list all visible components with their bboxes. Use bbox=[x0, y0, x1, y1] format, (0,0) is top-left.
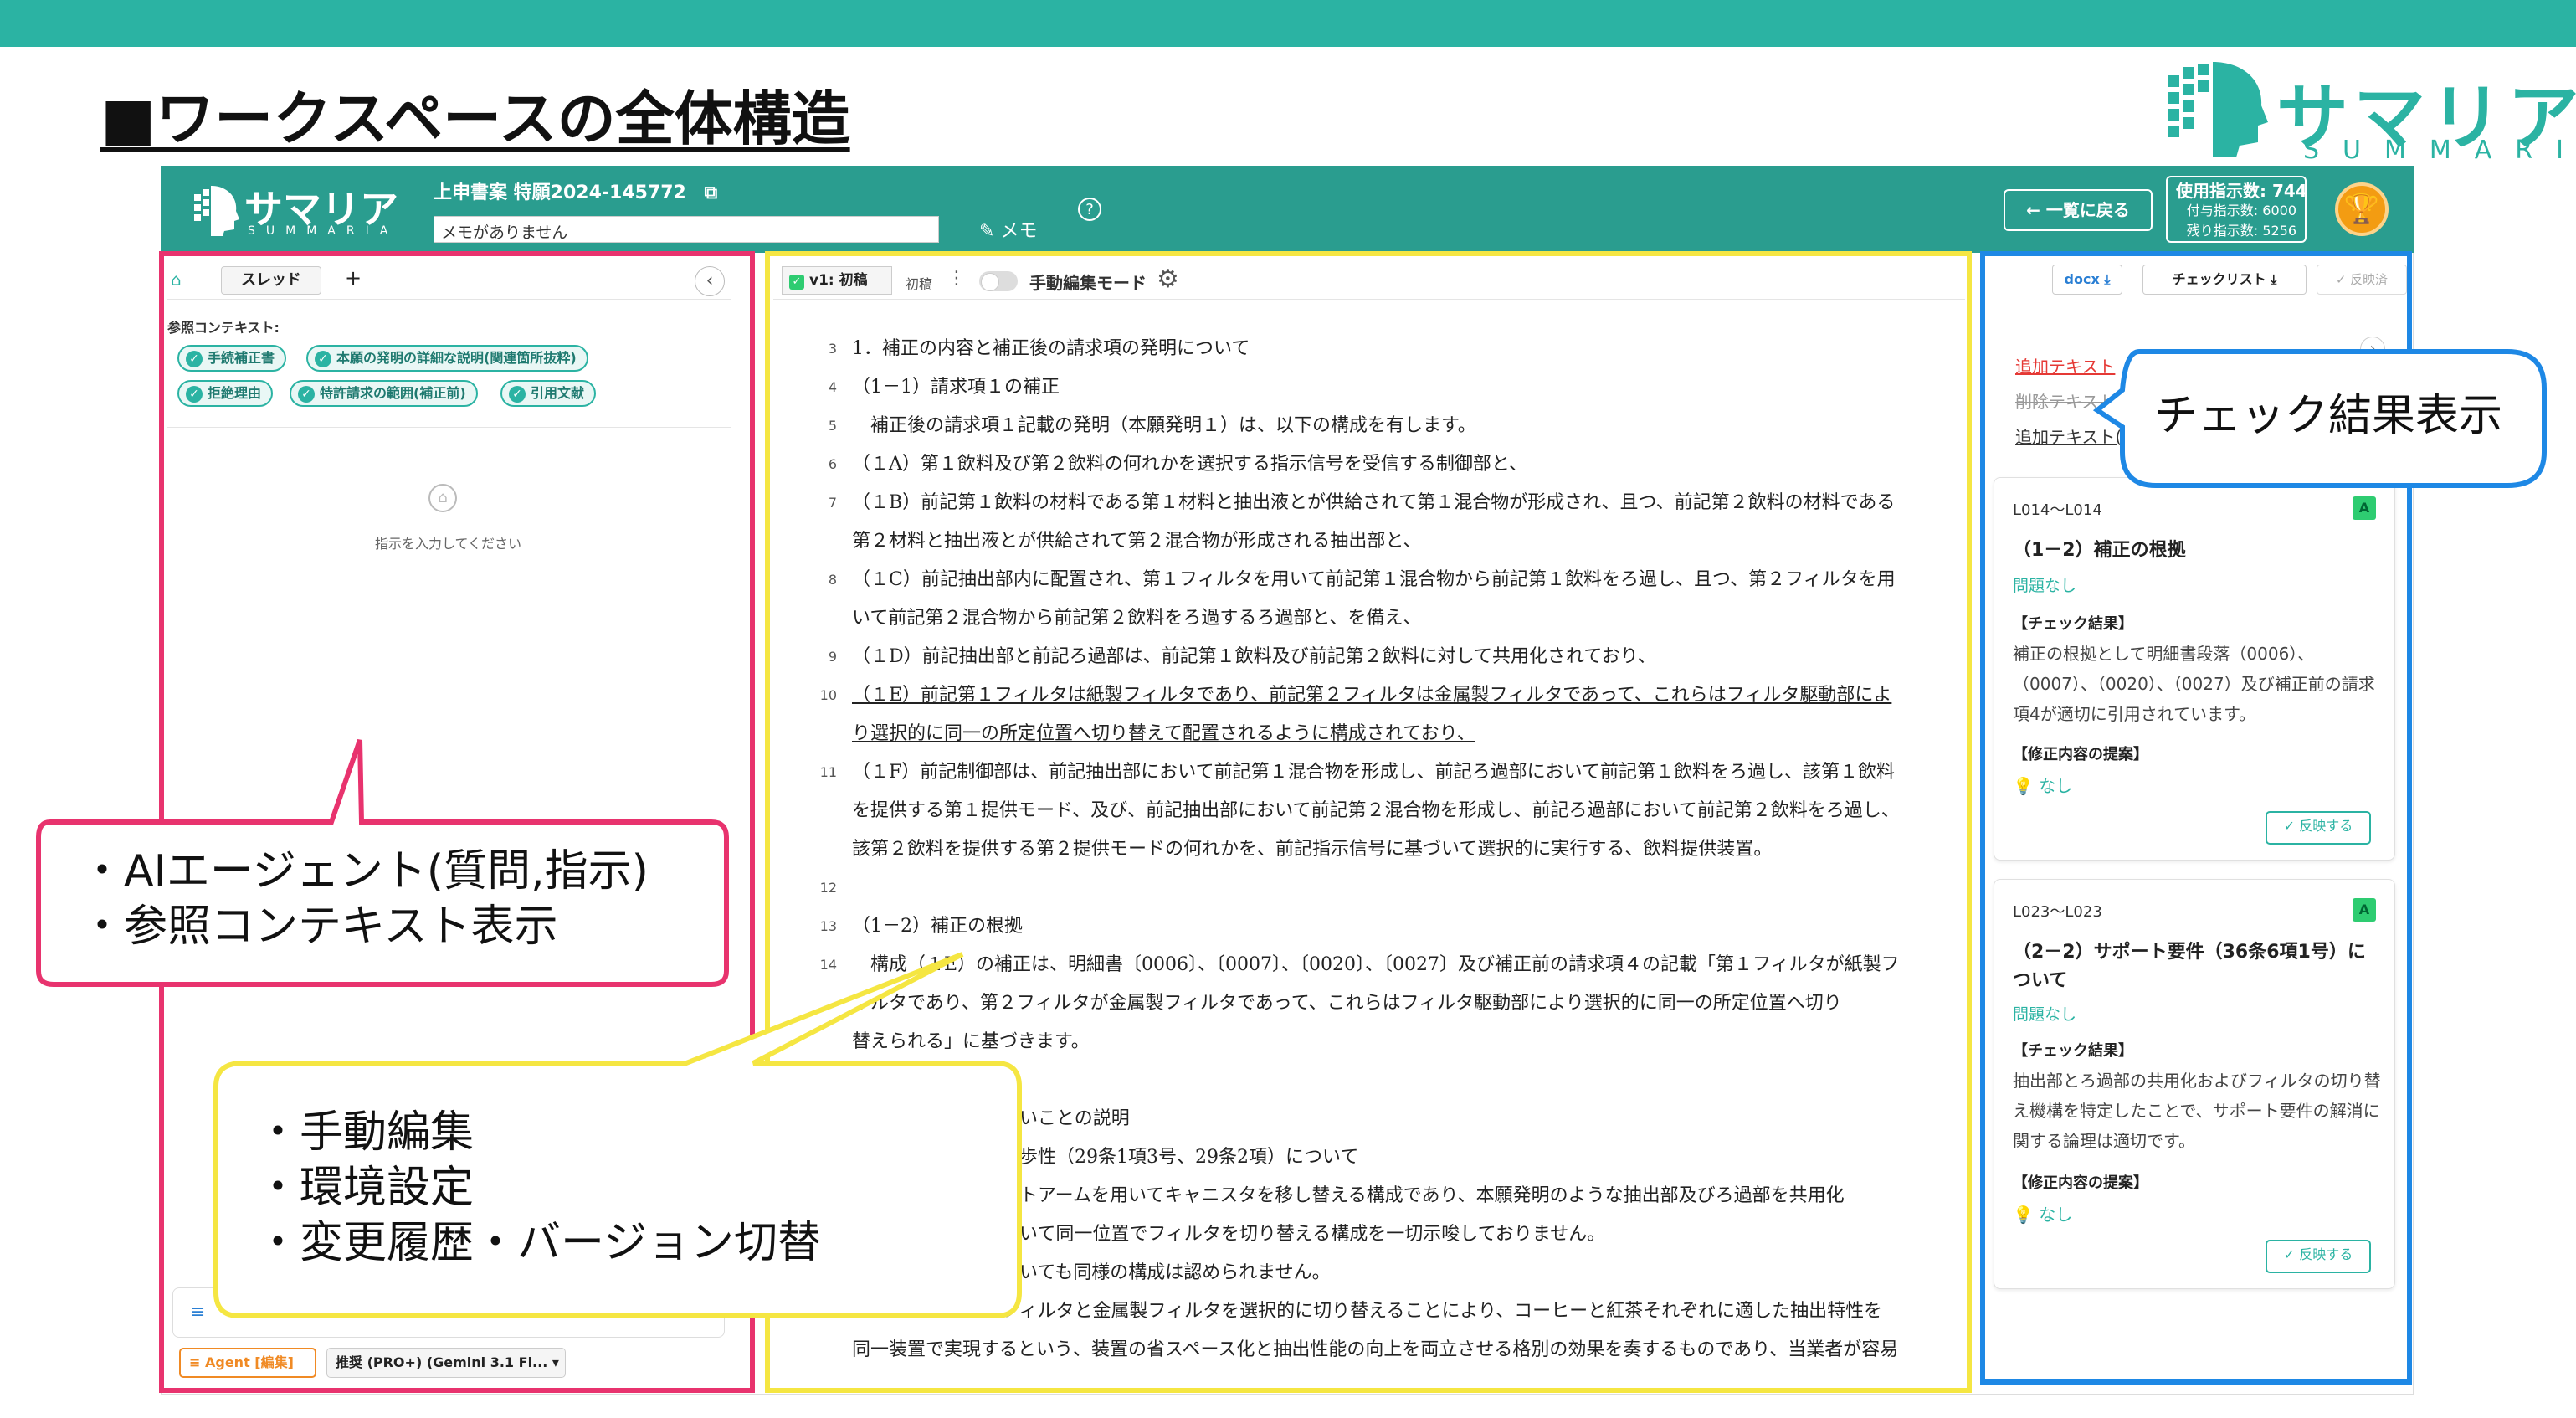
callout-manual-edit: ・手動編集 ・環境設定 ・変更履歴・バージョン切替 bbox=[256, 1107, 821, 1268]
callout-check-results: チェック結果表示 bbox=[2154, 391, 2503, 441]
callout-ai-agent: ・AIエージェント(質問,指示) ・参照コンテキスト表示 bbox=[80, 846, 649, 952]
